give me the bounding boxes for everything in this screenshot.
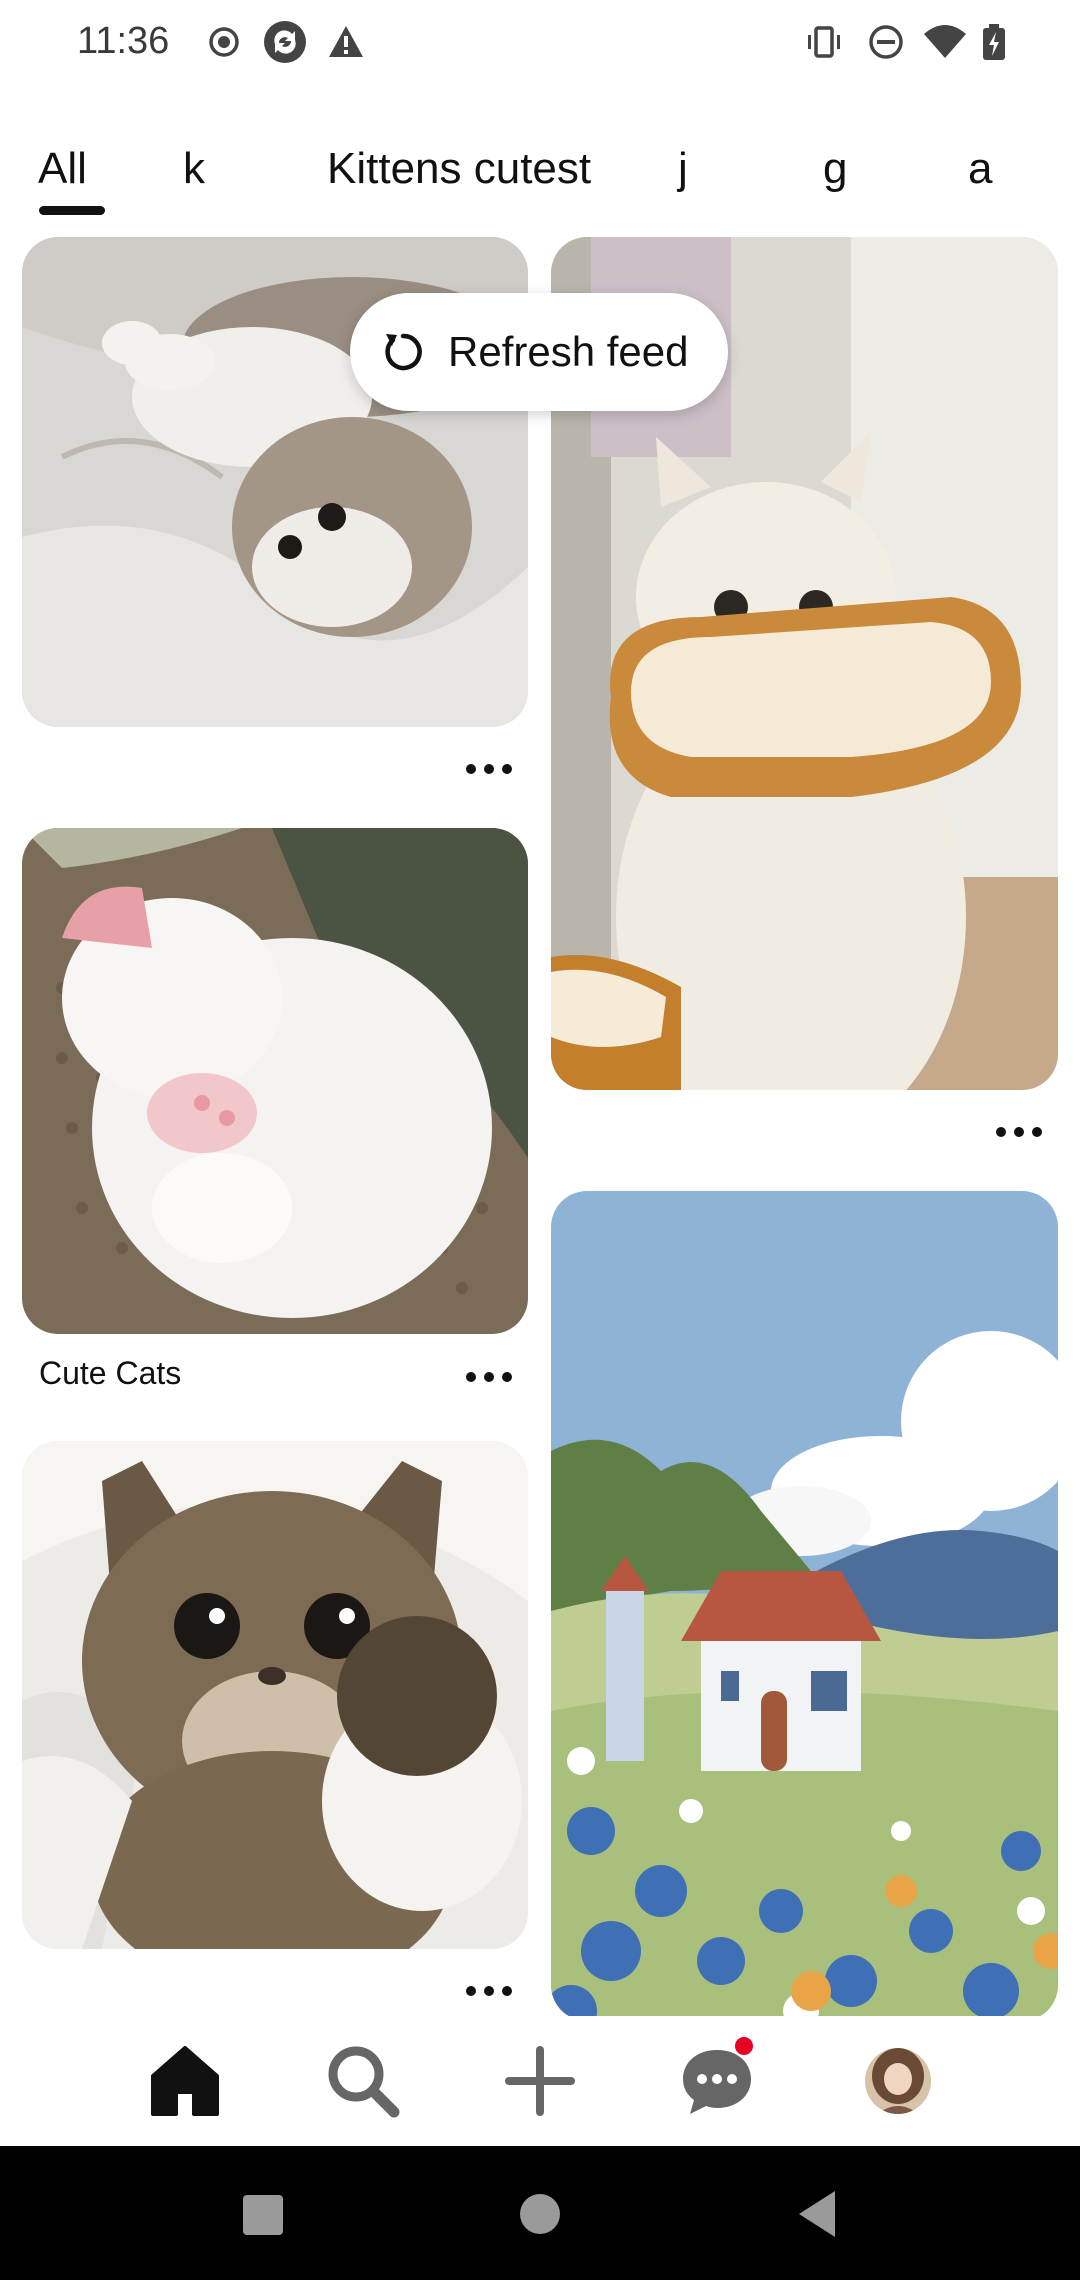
tab-k[interactable]: k [183, 144, 205, 194]
tab-g[interactable]: g [823, 144, 847, 194]
tab-j[interactable]: j [678, 144, 688, 194]
home-circle-icon[interactable] [519, 2193, 561, 2235]
pin-options-button[interactable] [990, 1111, 1050, 1151]
pin-options-button[interactable] [460, 748, 520, 788]
status-time: 11:36 [77, 20, 170, 62]
plus-icon[interactable] [495, 2036, 585, 2126]
tab-all[interactable]: All [38, 144, 87, 194]
status-bar: 11:36 [0, 0, 1080, 88]
refresh-icon [385, 333, 422, 371]
recents-icon[interactable] [241, 2193, 285, 2237]
back-icon[interactable] [795, 2189, 839, 2239]
notification-dot [735, 2037, 753, 2055]
bottom-navigation [0, 2016, 1080, 2146]
refresh-feed-label: Refresh feed [448, 328, 689, 375]
pin-options-button[interactable] [460, 1970, 520, 2010]
pin-tabby-kitten[interactable] [22, 1441, 528, 1949]
wifi-icon [924, 25, 966, 58]
do-not-disturb-icon [869, 25, 903, 59]
pin-illustrated-cottage[interactable] [551, 1191, 1058, 2021]
tab-kittens-cutest[interactable]: Kittens cutest [327, 144, 591, 194]
battery-charging-icon [983, 24, 1005, 60]
pin-options-button[interactable] [460, 1356, 520, 1396]
home-icon[interactable] [140, 2036, 230, 2126]
pin-title: Cute Cats [39, 1355, 182, 1391]
selected-tab-indicator [39, 206, 105, 215]
sync-app-icon [264, 21, 306, 63]
search-icon[interactable] [318, 2036, 408, 2126]
chat-bubble-icon[interactable] [672, 2036, 762, 2126]
system-navigation-bar [0, 2146, 1080, 2280]
vibrate-icon [808, 26, 840, 58]
pin-sleeping-white-kitten[interactable] [22, 828, 528, 1334]
tab-a[interactable]: a [968, 144, 992, 194]
record-icon [209, 27, 239, 57]
avatar[interactable] [848, 2031, 948, 2131]
warning-icon [329, 26, 363, 57]
refresh-feed-button[interactable]: Refresh feed [350, 293, 728, 411]
board-tabs: All k Kittens cutest j g a [0, 140, 1080, 220]
